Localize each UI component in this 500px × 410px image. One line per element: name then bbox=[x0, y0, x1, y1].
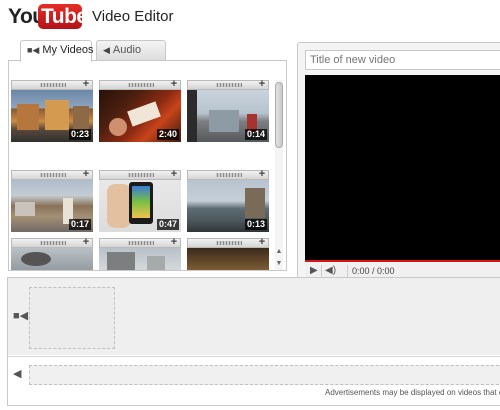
grip-icon bbox=[128, 83, 154, 87]
speaker-icon: ◀ bbox=[13, 368, 22, 380]
clip-drop-zone[interactable] bbox=[29, 287, 115, 349]
clip-drag-handle[interactable]: + bbox=[99, 168, 181, 180]
page-title: Video Editor bbox=[92, 8, 174, 25]
clip-thumbnail: 0:23 bbox=[11, 90, 93, 142]
divider bbox=[347, 265, 348, 277]
video-screen[interactable] bbox=[305, 75, 500, 260]
add-clip-button[interactable]: + bbox=[257, 236, 267, 248]
time-display: 0:00 / 0:00 bbox=[352, 266, 395, 276]
grip-icon bbox=[128, 241, 154, 245]
clip-thumbnail: 0:47 bbox=[99, 180, 181, 232]
play-icon[interactable]: ▶ bbox=[310, 266, 318, 276]
grip-icon bbox=[40, 83, 66, 87]
scroll-up-arrow-icon[interactable]: ▲ bbox=[274, 248, 284, 256]
grip-icon bbox=[40, 241, 66, 245]
grip-icon bbox=[216, 241, 242, 245]
clip-thumbnail: 0:14 bbox=[187, 90, 269, 142]
clip-duration: 0:47 bbox=[156, 219, 179, 230]
video-camera-icon: ■◀ bbox=[13, 310, 29, 322]
clip-thumbnail bbox=[187, 248, 269, 270]
preview-player: ▶ ◀) 0:00 / 0:00 bbox=[297, 42, 500, 279]
timeline-panel: ■◀ ◀ Advertisements may be displayed on … bbox=[7, 277, 500, 406]
youtube-logo[interactable]: You Tube bbox=[8, 3, 88, 30]
clip-duration: 0:17 bbox=[68, 219, 91, 230]
add-clip-button[interactable]: + bbox=[169, 236, 179, 248]
clip-tile[interactable]: + 0:47 bbox=[99, 168, 181, 232]
video-camera-icon: ■◀ bbox=[27, 45, 40, 55]
clip-duration: 2:40 bbox=[156, 129, 179, 140]
tab-my-videos[interactable]: ■◀ My Videos bbox=[20, 40, 94, 62]
clip-thumbnail bbox=[99, 248, 181, 270]
clip-drag-handle[interactable]: + bbox=[99, 80, 181, 90]
tab-audio[interactable]: ◀ Audio bbox=[96, 40, 166, 61]
clip-drag-handle[interactable]: + bbox=[99, 236, 181, 248]
clip-tile[interactable]: + 2:40 bbox=[99, 80, 181, 142]
clip-thumbnail: 0:13 bbox=[187, 180, 269, 232]
add-clip-button[interactable]: + bbox=[257, 168, 267, 180]
clip-tile[interactable]: + 0:13 bbox=[187, 168, 269, 232]
clip-tile[interactable]: + bbox=[99, 236, 181, 270]
grip-icon bbox=[40, 173, 66, 177]
volume-icon[interactable]: ◀) bbox=[325, 265, 336, 277]
clip-drag-handle[interactable]: + bbox=[11, 168, 93, 180]
add-clip-button[interactable]: + bbox=[169, 168, 179, 180]
progress-bar[interactable] bbox=[305, 260, 500, 262]
logo-tube-text: Tube bbox=[41, 5, 88, 28]
divider bbox=[321, 265, 322, 277]
video-library-panel: + 0:23 + 2:40 + 0:14 + 0:17 + 0:47 + 0:1… bbox=[8, 60, 287, 271]
clip-tile[interactable]: + 0:17 bbox=[11, 168, 93, 232]
tab-audio-label: Audio bbox=[112, 44, 142, 56]
speaker-icon: ◀ bbox=[103, 45, 110, 55]
scrollbar-thumb[interactable] bbox=[275, 82, 283, 148]
audio-track: ◀ bbox=[8, 356, 500, 386]
add-clip-button[interactable]: + bbox=[81, 80, 91, 90]
grip-icon bbox=[216, 173, 242, 177]
add-clip-button[interactable]: + bbox=[257, 80, 267, 90]
advertisement-note: Advertisements may be displayed on video… bbox=[325, 388, 500, 397]
header: You Tube Video Editor bbox=[0, 0, 500, 36]
clip-duration: 0:14 bbox=[244, 129, 267, 140]
audio-drop-zone[interactable] bbox=[29, 365, 500, 385]
video-track: ■◀ bbox=[8, 278, 500, 355]
clip-tile[interactable]: + bbox=[11, 236, 93, 270]
add-clip-button[interactable]: + bbox=[81, 168, 91, 180]
clip-drag-handle[interactable]: + bbox=[187, 168, 269, 180]
tab-my-videos-label: My Videos bbox=[42, 44, 94, 56]
clip-tile[interactable]: + 0:14 bbox=[187, 80, 269, 142]
clip-drag-handle[interactable]: + bbox=[187, 236, 269, 248]
library-scrollbar[interactable]: ▲ ▼ bbox=[274, 80, 284, 270]
clip-drag-handle[interactable]: + bbox=[187, 80, 269, 90]
clip-thumbnail: 2:40 bbox=[99, 90, 181, 142]
scroll-down-arrow-icon[interactable]: ▼ bbox=[274, 260, 284, 268]
add-clip-button[interactable]: + bbox=[169, 80, 179, 90]
clip-tile[interactable]: + 0:23 bbox=[11, 80, 93, 142]
clip-thumbnail: 0:17 bbox=[11, 180, 93, 232]
clip-duration: 0:13 bbox=[244, 219, 267, 230]
add-clip-button[interactable]: + bbox=[81, 236, 91, 248]
clip-drag-handle[interactable]: + bbox=[11, 80, 93, 90]
video-title-input[interactable] bbox=[305, 50, 500, 70]
clip-thumbnail bbox=[11, 248, 93, 270]
video-editor-app: You Tube Video Editor ■◀ My Videos ◀ Audio… bbox=[0, 0, 500, 410]
grip-icon bbox=[216, 83, 242, 87]
clip-grid: + 0:23 + 2:40 + 0:14 + 0:17 + 0:47 + 0:1… bbox=[11, 80, 275, 270]
clip-drag-handle[interactable]: + bbox=[11, 236, 93, 248]
grip-icon bbox=[128, 173, 154, 177]
clip-tile[interactable]: + bbox=[187, 236, 269, 270]
clip-duration: 0:23 bbox=[68, 129, 91, 140]
